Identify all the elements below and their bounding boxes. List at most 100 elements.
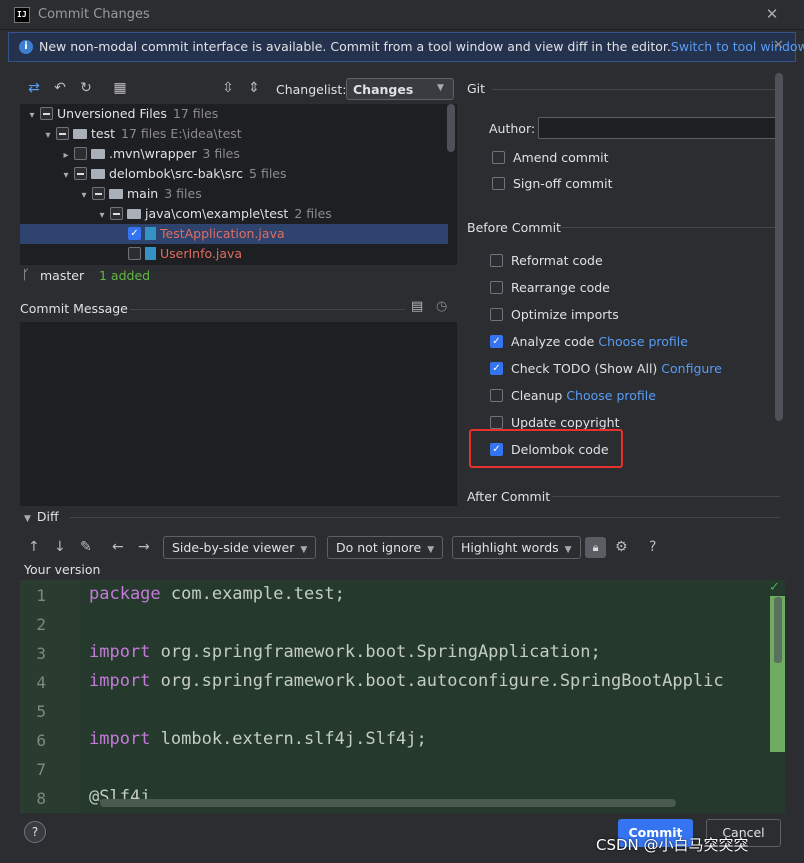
folder-icon	[127, 208, 141, 219]
tree-row[interactable]: ▾ test 17 files E:\idea\test	[20, 124, 448, 144]
lock-icon[interactable]: 🔒︎	[585, 537, 606, 558]
ignore-whitespace-dropdown[interactable]: Do not ignore ▼	[327, 536, 444, 559]
checkbox[interactable]	[128, 247, 141, 260]
chevron-down-icon[interactable]: ▾	[42, 126, 54, 146]
help-icon[interactable]: ?	[649, 539, 656, 555]
checkbox[interactable]	[490, 416, 503, 429]
amend-commit-option[interactable]: Amend commit	[492, 150, 609, 165]
rollback-icon[interactable]: ↶	[52, 80, 68, 96]
checkbox[interactable]	[492, 151, 505, 164]
reformat-code-option[interactable]: Reformat code	[490, 253, 603, 268]
checkbox[interactable]	[110, 207, 123, 220]
your-version-label: Your version	[24, 562, 101, 577]
line-number: 8	[36, 789, 46, 808]
switch-to-tool-window-link[interactable]: Switch to tool window	[671, 39, 804, 54]
chevron-down-icon[interactable]: ▾	[78, 186, 90, 206]
check-todo-option[interactable]: ✓ Check TODO (Show All) Configure	[490, 361, 722, 376]
next-difference-icon[interactable]: ↓	[54, 539, 66, 555]
tree-row[interactable]: ▾ delombok\src-bak\src 5 files	[20, 164, 448, 184]
forward-icon[interactable]: →	[138, 539, 150, 555]
checkbox[interactable]	[492, 177, 505, 190]
previous-difference-icon[interactable]: ↑	[28, 539, 40, 555]
signoff-commit-option[interactable]: Sign-off commit	[492, 176, 613, 191]
optimize-imports-option[interactable]: Optimize imports	[490, 307, 619, 322]
tree-row[interactable]: UserInfo.java	[20, 244, 448, 264]
tree-row[interactable]: ▾ main 3 files	[20, 184, 448, 204]
rearrange-code-option[interactable]: Rearrange code	[490, 280, 610, 295]
java-file-icon	[145, 227, 156, 240]
tree-row[interactable]: ▸ .mvn\wrapper 3 files	[20, 144, 448, 164]
tree-scrollbar[interactable]	[447, 104, 455, 152]
tree-row-selected[interactable]: ✓ TestApplication.java	[20, 224, 448, 244]
configure-link[interactable]: Configure	[661, 361, 722, 376]
checkbox[interactable]	[40, 107, 53, 120]
line-number: 4	[36, 673, 46, 692]
git-section-title: Git	[467, 81, 486, 96]
branch-name[interactable]: master	[40, 268, 84, 283]
before-commit-title: Before Commit	[467, 220, 561, 235]
editor-horizontal-scrollbar[interactable]	[100, 799, 676, 807]
checkbox[interactable]	[490, 254, 503, 267]
code-line: import lombok.extern.slf4j.Slf4j;	[89, 729, 427, 749]
refresh-icon[interactable]: ↻	[78, 80, 94, 96]
chevron-down-icon[interactable]: ▾	[26, 106, 38, 126]
info-banner: i New non-modal commit interface is avai…	[8, 32, 804, 62]
chevron-down-icon: ▼	[437, 83, 444, 93]
checkbox-checked[interactable]: ✓	[490, 335, 503, 348]
back-icon[interactable]: ←	[112, 539, 124, 555]
gear-icon[interactable]: ⚙	[615, 539, 628, 555]
chevron-down-icon[interactable]: ▾	[96, 206, 108, 226]
checkbox-checked[interactable]: ✓	[128, 227, 141, 240]
viewer-mode-dropdown[interactable]: Side-by-side viewer ▼	[163, 536, 317, 559]
branch-icon: ᚴ	[22, 268, 30, 283]
chevron-down-icon[interactable]: ▾	[60, 166, 72, 186]
close-window-button[interactable]: ✕	[762, 4, 782, 24]
changes-tree[interactable]: ▾ Unversioned Files 17 files ▾ test 17 files…	[20, 104, 457, 265]
checkbox[interactable]	[92, 187, 105, 200]
analyze-code-option[interactable]: ✓ Analyze code Choose profile	[490, 334, 688, 349]
banner-close-icon[interactable]: ✕	[773, 38, 784, 53]
line-number: 1	[36, 586, 46, 605]
highlight-mode-dropdown[interactable]: Highlight words ▼	[452, 536, 581, 559]
editor-vertical-scrollbar[interactable]	[774, 597, 782, 663]
tree-row[interactable]: ▾ java\com\example\test 2 files	[20, 204, 448, 224]
choose-profile-link[interactable]: Choose profile	[598, 334, 688, 349]
expand-all-icon[interactable]: ⇳	[220, 80, 236, 96]
divider	[492, 89, 780, 90]
help-button[interactable]: ?	[24, 821, 46, 843]
diff-editor[interactable]: 1 2 3 4 5 6 7 8 package com.example.test…	[20, 580, 785, 813]
checkbox-checked[interactable]: ✓	[490, 362, 503, 375]
intellij-logo-icon: IJ	[14, 7, 30, 23]
cleanup-option[interactable]: Cleanup Choose profile	[490, 388, 656, 403]
checkbox[interactable]	[56, 127, 69, 140]
changelist-value: Changes	[353, 82, 414, 97]
commit-message-template-icon[interactable]: ▤	[411, 299, 423, 314]
highlight-annotation-box	[469, 429, 623, 468]
changes-status: 1 added	[99, 268, 151, 283]
checkbox[interactable]	[490, 389, 503, 402]
chevron-right-icon[interactable]: ▸	[60, 146, 72, 166]
group-by-icon[interactable]: ▦	[112, 80, 128, 96]
commit-message-input[interactable]	[20, 322, 457, 506]
divider	[70, 517, 780, 518]
line-number: 2	[36, 615, 46, 634]
options-scrollbar[interactable]	[775, 73, 783, 421]
folder-icon	[91, 168, 105, 179]
history-icon[interactable]: ◷	[436, 299, 447, 314]
edit-source-icon[interactable]: ✎	[80, 539, 92, 555]
collapse-all-icon[interactable]: ⇕	[246, 80, 262, 96]
author-input[interactable]	[538, 117, 778, 139]
checkbox[interactable]	[490, 308, 503, 321]
checkbox[interactable]	[74, 167, 87, 180]
check-icon: ✓	[769, 580, 780, 595]
update-copyright-option[interactable]: Update copyright	[490, 415, 619, 430]
choose-profile-link[interactable]: Choose profile	[566, 388, 656, 403]
changelist-label: Changelist:	[276, 82, 347, 97]
code-line: package com.example.test;	[89, 584, 345, 604]
changelist-dropdown[interactable]: Changes ▼	[346, 78, 454, 100]
show-diff-icon[interactable]: ⇄	[26, 80, 42, 96]
checkbox[interactable]	[74, 147, 87, 160]
tree-row[interactable]: ▾ Unversioned Files 17 files	[20, 104, 448, 124]
diff-header[interactable]: ▼ Diff	[24, 509, 59, 524]
checkbox[interactable]	[490, 281, 503, 294]
